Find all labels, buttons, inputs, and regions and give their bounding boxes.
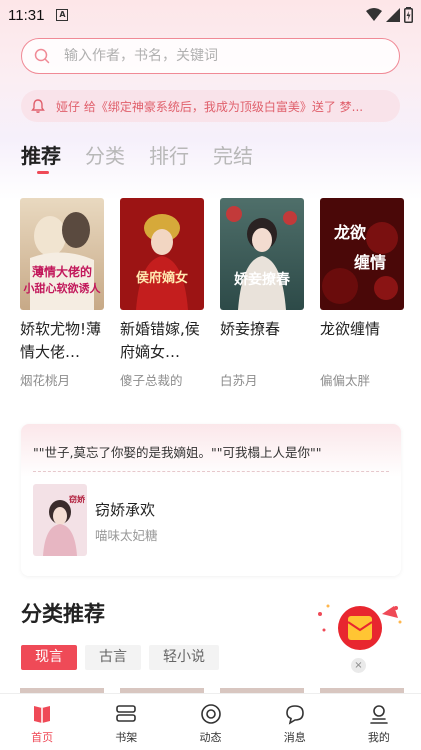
book-cover[interactable]: 侯府嫡女 — [120, 198, 204, 310]
category-tab-modern[interactable]: 现言 — [21, 645, 77, 670]
battery-icon — [404, 7, 413, 23]
dynamic-icon — [200, 704, 221, 724]
nav-profile[interactable]: 我的 — [337, 694, 421, 750]
book-card[interactable]: 侯府嫡女 新婚错嫁,侯府嫡女… 傻子总裁的 — [120, 198, 204, 389]
tab-completed[interactable]: 完结 — [213, 140, 253, 174]
bell-icon — [31, 99, 45, 113]
tab-ranking[interactable]: 排行 — [149, 140, 189, 174]
category-tabs: 现言 古言 轻小说 — [21, 645, 219, 670]
notification-a-icon: A — [56, 9, 69, 21]
signal-icon — [386, 8, 400, 22]
tab-category[interactable]: 分类 — [85, 140, 125, 174]
category-tab-light-novel[interactable]: 轻小说 — [149, 645, 219, 670]
status-icons — [366, 7, 413, 23]
close-icon[interactable]: × — [351, 658, 366, 673]
nav-label: 首页 — [31, 731, 54, 744]
book-author: 傻子总裁的 — [120, 373, 183, 388]
notice-text: 娅仔 给《绑定神豪系统后，我成为顶级白富美》送了 梦... — [56, 99, 364, 114]
book-author: 偏偏太胖 — [320, 373, 371, 388]
book-title[interactable]: 新婚错嫁,侯府嫡女… — [120, 318, 204, 364]
tab-recommend[interactable]: 推荐 — [21, 140, 61, 174]
book-card[interactable]: 娇妾撩春 娇妾撩春 白苏月 — [220, 198, 304, 389]
book-cover[interactable]: 娇妾撩春 — [220, 198, 304, 310]
divider — [33, 471, 389, 472]
book-card[interactable]: 薄情大佬的 小甜心软欲诱人 娇软尤物!薄情大佬… 烟花桃月 — [20, 198, 104, 389]
quote-book-title[interactable]: 窃娇承欢 — [95, 499, 155, 520]
nav-label: 书架 — [115, 731, 138, 744]
category-tab-ancient[interactable]: 古言 — [85, 645, 141, 670]
main-tabs: 推荐 分类 排行 完结 — [21, 140, 421, 174]
cover-image: 娇妾撩春 — [220, 198, 304, 310]
svg-text:薄情大佬的: 薄情大佬的 — [32, 264, 92, 279]
cover-image: 龙欲 缠情 — [320, 198, 404, 310]
book-title[interactable]: 娇妾撩春 — [220, 318, 304, 364]
nav-label: 消息 — [283, 731, 306, 744]
section-title: 分类推荐 — [21, 602, 105, 626]
recommended-books: 薄情大佬的 小甜心软欲诱人 娇软尤物!薄情大佬… 烟花桃月 侯府嫡女 新婚错嫁,… — [20, 198, 421, 389]
nav-bookshelf[interactable]: 书架 — [84, 694, 168, 750]
bottom-nav: 首页 书架 动态 消息 我的 — [0, 693, 421, 750]
book-card[interactable]: 龙欲 缠情 龙欲缠情 偏偏太胖 — [320, 198, 404, 389]
book-title[interactable]: 娇软尤物!薄情大佬… — [20, 318, 104, 364]
floating-redpacket[interactable] — [316, 600, 404, 660]
bookshelf-icon — [116, 705, 137, 722]
gift-notice-banner[interactable]: 娅仔 给《绑定神豪系统后，我成为顶级白富美》送了 梦... — [21, 90, 400, 122]
book-cover[interactable]: 窃娇 — [33, 484, 87, 556]
quote-card[interactable]: ""世子,莫忘了你娶的是我嫡姐。""可我榻上人是你"" 窃娇 窃娇承欢 喵味太妃… — [21, 424, 401, 576]
cover-image: 侯府嫡女 — [120, 198, 204, 310]
svg-text:小甜心软欲诱人: 小甜心软欲诱人 — [23, 281, 102, 295]
nav-label: 我的 — [367, 731, 390, 744]
cover-image: 薄情大佬的 小甜心软欲诱人 — [20, 198, 104, 310]
redpacket-icon — [318, 604, 402, 650]
svg-text:娇妾撩春: 娇妾撩春 — [234, 271, 291, 288]
search-bar[interactable] — [21, 38, 400, 74]
profile-icon — [370, 705, 388, 724]
book-title[interactable]: 龙欲缠情 — [320, 318, 404, 364]
status-bar: 11:31 A — [0, 0, 421, 30]
nav-label: 动态 — [199, 731, 222, 744]
nav-home[interactable]: 首页 — [0, 694, 84, 750]
message-icon — [285, 705, 304, 725]
svg-text:侯府嫡女: 侯府嫡女 — [136, 270, 188, 286]
search-input[interactable] — [64, 48, 364, 64]
cover-image: 窃娇 — [33, 484, 87, 556]
quote-book-author: 喵味太妃糖 — [95, 528, 158, 543]
nav-message[interactable]: 消息 — [253, 694, 337, 750]
quote-text: ""世子,莫忘了你娶的是我嫡姐。""可我榻上人是你"" — [33, 445, 322, 460]
book-author: 烟花桃月 — [20, 373, 71, 388]
home-book-icon — [34, 706, 51, 723]
status-time: 11:31 — [8, 6, 45, 24]
search-icon — [34, 48, 50, 64]
nav-dynamic[interactable]: 动态 — [168, 694, 252, 750]
book-cover[interactable]: 薄情大佬的 小甜心软欲诱人 — [20, 198, 104, 310]
book-cover[interactable]: 龙欲 缠情 — [320, 198, 404, 310]
svg-text:窃娇: 窃娇 — [69, 494, 86, 504]
svg-text:缠情: 缠情 — [354, 253, 386, 272]
wifi-icon — [366, 8, 382, 21]
svg-text:龙欲: 龙欲 — [333, 223, 366, 242]
book-author: 白苏月 — [220, 373, 258, 388]
